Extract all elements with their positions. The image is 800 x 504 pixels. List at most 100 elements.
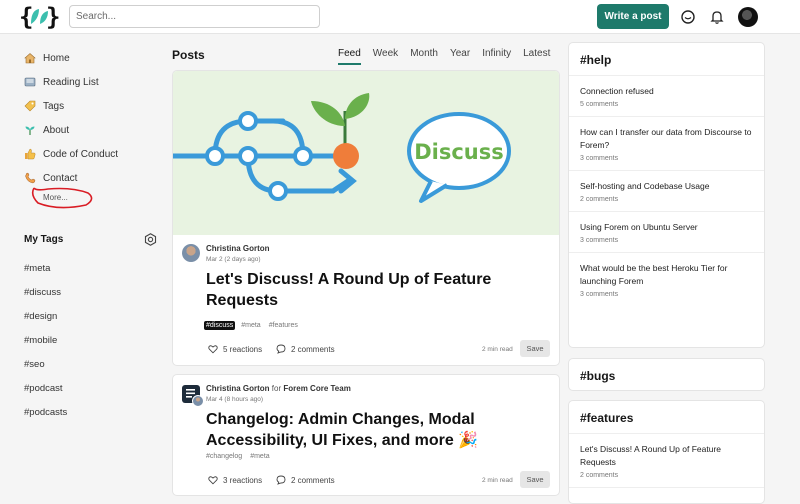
tag-item-discuss[interactable]: #discuss [24,280,144,304]
team-avatar[interactable] [182,385,204,407]
sidebar-item-code-of-conduct[interactable]: Code of Conduct [24,142,154,166]
post-date[interactable]: Mar 2 (2 days ago) [206,256,261,263]
sidebar-item-label: Home [43,52,70,64]
help-list-item[interactable]: What would be the best Heroku Tier for l… [569,253,764,306]
sidebar-item-label: Code of Conduct [43,148,119,160]
bugs-widget-title[interactable]: #bugs [569,359,764,390]
post-tags: #changelog #meta [204,452,276,461]
my-tags-heading: My Tags [24,234,64,245]
post-author[interactable]: Christina Gorton [206,244,270,253]
svg-text:}: } [46,4,59,30]
post-cover-image[interactable]: Discuss [173,71,559,235]
more-link[interactable]: More... [43,193,68,202]
author-name-text[interactable]: Christina Gorton [206,384,270,393]
tag-item-mobile[interactable]: #mobile [24,328,144,352]
cover-discuss-text: Discuss [414,140,504,164]
comment-count: 5 comments [580,101,619,108]
features-widget: #features Let's Discuss! A Round Up of F… [568,400,765,504]
save-button[interactable]: Save [520,340,550,357]
comment-icon [276,344,286,354]
comment-icon [276,475,286,485]
discussion-title[interactable]: Using Forem on Ubuntu Server [580,221,753,234]
chat-icon[interactable] [680,9,696,25]
user-avatar[interactable] [738,7,758,27]
gear-icon[interactable] [144,233,157,246]
discussion-title[interactable]: Self-hosting and Codebase Usage [580,180,753,193]
tag-item-design[interactable]: #design [24,304,144,328]
my-tags-list: #meta #discuss #design #mobile #seo #pod… [24,256,144,424]
sidebar-item-home[interactable]: Home [24,46,154,70]
help-list-item[interactable]: Connection refused 5 comments [569,76,764,117]
reactions-button[interactable]: 5 reactions [208,344,262,354]
posts-heading: Posts [172,48,205,62]
discussion-title[interactable]: Let's Discuss! A Round Up of Feature Req… [580,443,753,469]
sidebar-item-tags[interactable]: Tags [24,94,154,118]
help-widget: #help Connection refused 5 comments How … [568,42,765,348]
post-tags: #discuss #meta #features [204,321,304,330]
features-widget-title[interactable]: #features [569,401,764,434]
features-list-item[interactable]: Let's Discuss! A Round Up of Feature Req… [569,434,764,488]
comments-button[interactable]: 2 comments [276,344,335,354]
discussion-title[interactable]: What would be the best Heroku Tier for l… [580,262,753,288]
comment-count: 3 comments [580,291,619,298]
tab-latest[interactable]: Latest [523,48,550,65]
tag-icon [24,100,36,112]
sidebar-item-label: Reading List [43,76,99,88]
help-list-item[interactable]: Using Forem on Ubuntu Server 3 comments [569,212,764,253]
help-list-item[interactable]: How can I transfer our data from Discour… [569,117,764,171]
team-name[interactable]: Forem Core Team [283,384,350,393]
post-date[interactable]: Mar 4 (8 hours ago) [206,396,263,403]
sidebar-item-about[interactable]: About [24,118,154,142]
tag-item-seo[interactable]: #seo [24,352,144,376]
heart-icon [208,476,218,485]
post-title[interactable]: Changelog: Admin Changes, Modal Accessib… [206,409,558,451]
tab-week[interactable]: Week [373,48,398,65]
discussion-title[interactable]: Connection refused [580,85,753,98]
post-title[interactable]: Let's Discuss! A Round Up of Feature Req… [206,269,536,311]
post-tag[interactable]: #changelog [204,452,244,461]
tab-year[interactable]: Year [450,48,470,65]
tag-item-podcast[interactable]: #podcast [24,376,144,400]
post-author[interactable]: Christina Gorton for Forem Core Team [206,384,351,393]
house-icon [24,52,36,64]
comments-count: 2 comments [291,475,335,485]
search-input[interactable] [69,5,320,28]
post-tag[interactable]: #discuss [204,321,236,330]
reactions-button[interactable]: 3 reactions [208,475,262,485]
bell-icon[interactable] [709,9,725,25]
write-post-button[interactable]: Write a post [597,4,669,29]
sidebar-nav: Home Reading List Tags About Code of Con… [24,46,154,190]
svg-text:{: { [19,4,33,30]
discussion-title[interactable]: How can I transfer our data from Discour… [580,126,753,152]
sidebar-item-label: Contact [43,172,78,184]
comment-count: 3 comments [580,155,619,162]
bugs-widget: #bugs [568,358,765,391]
forem-logo-icon[interactable]: { } [19,4,59,30]
team-prefix: for [271,384,282,393]
help-widget-title[interactable]: #help [569,43,764,76]
thumbs-up-icon [24,148,36,160]
post-card[interactable]: Christina Gorton for Forem Core Team Mar… [172,374,560,496]
save-button[interactable]: Save [520,471,550,488]
help-list-item[interactable]: Self-hosting and Codebase Usage 2 commen… [569,171,764,212]
discuss-illustration: Discuss [173,93,511,203]
tab-feed[interactable]: Feed [338,48,361,65]
post-team[interactable]: for Forem Core Team [272,384,351,393]
author-avatar[interactable] [182,244,200,262]
feed-tabs: Feed Week Month Year Infinity Latest [338,48,562,65]
comments-button[interactable]: 2 comments [276,475,335,485]
sidebar-item-label: About [43,124,70,136]
tag-item-podcasts[interactable]: #podcasts [24,400,144,424]
post-tag[interactable]: #meta [248,452,271,461]
post-card[interactable]: Discuss Christina Gorton Mar 2 (2 days a… [172,70,560,366]
post-tag[interactable]: #meta [239,321,262,330]
comment-count: 3 comments [580,237,619,244]
post-tag[interactable]: #features [267,321,300,330]
tag-item-meta[interactable]: #meta [24,256,144,280]
reading-list-icon [24,76,36,88]
sidebar-item-reading-list[interactable]: Reading List [24,70,154,94]
reactions-count: 5 reactions [223,344,263,354]
tab-month[interactable]: Month [410,48,438,65]
tab-infinity[interactable]: Infinity [482,48,511,65]
read-time: 2 min read [482,477,513,484]
